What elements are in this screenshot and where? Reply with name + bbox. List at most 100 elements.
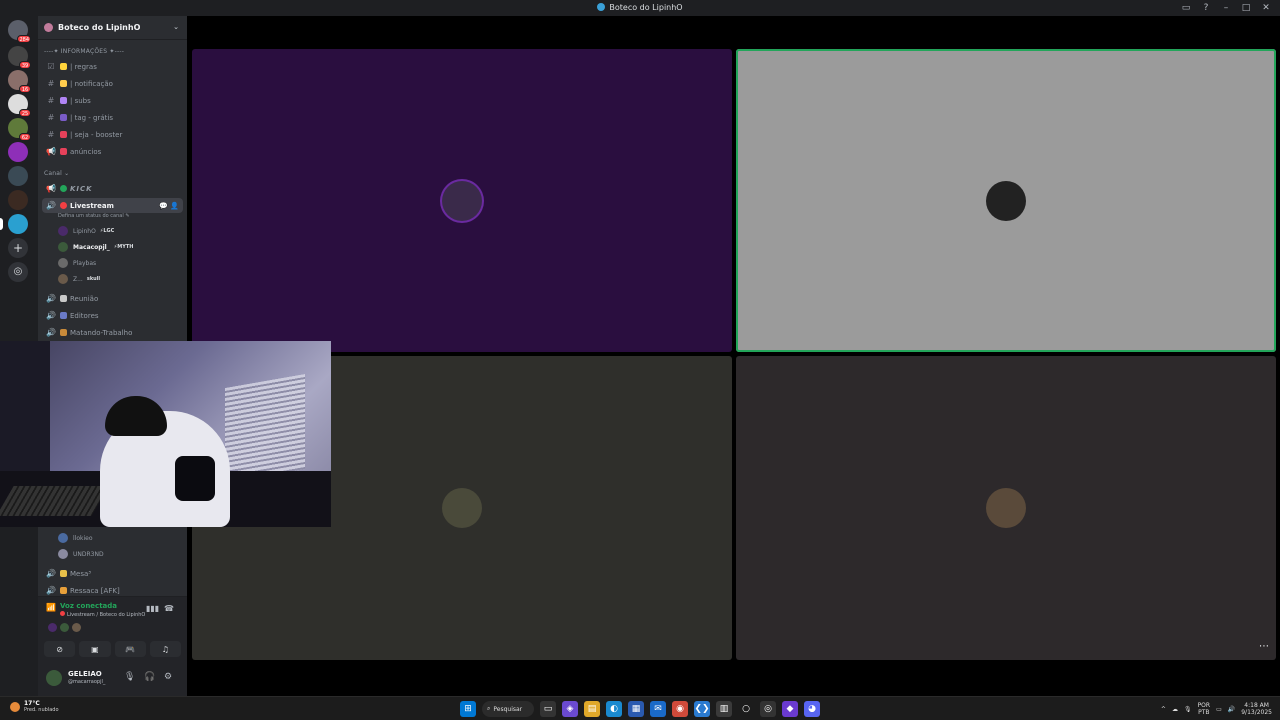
store-icon[interactable]: ▦ bbox=[628, 701, 644, 717]
channel-kick[interactable]: 📢 KICK bbox=[42, 181, 183, 196]
avatar bbox=[58, 226, 68, 236]
participant-tile[interactable] bbox=[736, 356, 1276, 660]
voice-user-name: Playbas bbox=[73, 259, 97, 267]
server-icon[interactable] bbox=[8, 214, 28, 234]
screen-share-button[interactable]: ▣ bbox=[79, 641, 111, 657]
soundboard-button[interactable]: ♫ bbox=[149, 641, 181, 657]
participant-tile[interactable] bbox=[192, 49, 732, 352]
copilot-icon[interactable]: ◈ bbox=[562, 701, 578, 717]
disconnect-icon[interactable]: ☎ bbox=[164, 604, 174, 613]
voice-user[interactable]: UNDR3ND bbox=[58, 547, 104, 561]
channel-item[interactable]: 🔊 Editores bbox=[42, 308, 183, 323]
avatar bbox=[72, 623, 81, 632]
server-icon[interactable] bbox=[8, 142, 28, 162]
voice-user[interactable]: Playbas bbox=[58, 256, 96, 270]
avatar bbox=[986, 488, 1026, 528]
twitch-icon[interactable]: ◆ bbox=[782, 701, 798, 717]
obs-icon[interactable]: ◎ bbox=[760, 701, 776, 717]
server-icon[interactable]: 16 bbox=[8, 70, 31, 93]
onedrive-icon[interactable]: ☁ bbox=[1172, 706, 1178, 713]
microphone-icon[interactable]: 🎙 bbox=[124, 672, 135, 682]
category-canal[interactable]: Canal ⌄ bbox=[44, 170, 69, 177]
weather-desc: Pred. nublado bbox=[24, 707, 59, 713]
channel-emoji-icon bbox=[60, 114, 67, 121]
username[interactable]: GELEIAO bbox=[68, 670, 102, 678]
voice-user-name: llokieo bbox=[73, 534, 93, 542]
chevron-up-icon[interactable]: ^ bbox=[1161, 706, 1166, 713]
edge-icon[interactable]: ◐ bbox=[606, 701, 622, 717]
server-icon[interactable]: 284 bbox=[8, 20, 31, 43]
maximize-button[interactable]: □ bbox=[1236, 0, 1256, 16]
headphones-icon[interactable]: 🎧 bbox=[144, 672, 155, 682]
channel-item[interactable]: 🔊 Reunião bbox=[42, 291, 183, 306]
chat-icon[interactable]: 💬 bbox=[159, 202, 168, 210]
file-explorer-icon[interactable]: ▤ bbox=[584, 701, 600, 717]
channel-status-hint[interactable]: Defina um status do canal ✎ bbox=[58, 213, 130, 219]
avatar[interactable] bbox=[46, 670, 62, 686]
channel-item[interactable]: # | seja - booster bbox=[42, 127, 183, 142]
server-icon[interactable] bbox=[8, 190, 28, 210]
server-icon[interactable]: 25 bbox=[8, 94, 31, 117]
clock[interactable]: 4:18 AM 9/13/2025 bbox=[1241, 702, 1272, 716]
channel-livestream[interactable]: 🔊 Livestream 💬 👤 bbox=[42, 198, 183, 213]
inbox-icon[interactable]: ▭ bbox=[1176, 0, 1196, 16]
channel-item[interactable]: ☑ | regras bbox=[42, 59, 183, 74]
channel-item[interactable]: # | notificação bbox=[42, 76, 183, 91]
voice-user[interactable]: llokieo bbox=[58, 531, 93, 545]
category-informacoes[interactable]: ----✦ INFORMAÇÕES ✦---- bbox=[44, 48, 124, 55]
chrome-icon[interactable]: ◉ bbox=[672, 701, 688, 717]
volume-icon[interactable]: 🔊 bbox=[1228, 706, 1235, 713]
vscode-icon[interactable]: ❮❯ bbox=[694, 701, 710, 717]
participant-tile[interactable] bbox=[736, 49, 1276, 352]
voice-location[interactable]: Livestream / Boteco do LipinhO bbox=[60, 611, 145, 618]
discover-icon[interactable]: ◎ bbox=[8, 262, 28, 282]
cortana-icon[interactable]: ○ bbox=[738, 701, 754, 717]
voice-user[interactable]: LipinhO ⚡LGC bbox=[58, 224, 114, 238]
announcement-icon: 📢 bbox=[46, 147, 56, 156]
channel-emoji-icon bbox=[60, 97, 67, 104]
server-icon[interactable]: 62 bbox=[8, 118, 31, 141]
noise-suppression-icon[interactable]: ▮▮▮ bbox=[146, 604, 159, 613]
mention-badge: 16 bbox=[19, 85, 31, 93]
task-view-icon[interactable]: ▭ bbox=[540, 701, 556, 717]
channel-name: | notificação bbox=[70, 79, 113, 88]
notepad-icon[interactable]: ▥ bbox=[716, 701, 732, 717]
minimize-button[interactable]: – bbox=[1216, 0, 1236, 16]
gear-icon[interactable]: ⚙ bbox=[164, 672, 172, 682]
voice-status[interactable]: Voz conectada bbox=[60, 602, 117, 610]
search-label: Pesquisar bbox=[493, 705, 523, 713]
close-button[interactable]: ✕ bbox=[1256, 0, 1276, 16]
channel-item[interactable]: 🔊 Matando-Trabalho bbox=[42, 325, 183, 340]
lang-1: POR bbox=[1197, 702, 1211, 709]
language-indicator[interactable]: POR PTB bbox=[1198, 702, 1211, 716]
voice-user[interactable]: Macacopjl_ ⚡MYTH bbox=[58, 240, 133, 254]
search-box[interactable]: ⌕ Pesquisar bbox=[482, 701, 534, 717]
user-tag: ⚡LGC bbox=[99, 228, 115, 234]
voice-location-text: Livestream / Boteco do LipinhO bbox=[67, 612, 146, 618]
hashtag-icon: # bbox=[47, 130, 55, 139]
channel-item[interactable]: # | tag - grátis bbox=[42, 110, 183, 125]
signal-icon: 📶 bbox=[46, 603, 56, 612]
help-icon[interactable]: ? bbox=[1196, 0, 1216, 16]
channel-item[interactable]: # | subs bbox=[42, 93, 183, 108]
mic-tray-icon[interactable]: 🎙 bbox=[1184, 706, 1192, 713]
outlook-icon[interactable]: ✉ bbox=[650, 701, 666, 717]
camera-off-button[interactable]: ⊘ bbox=[44, 641, 76, 657]
channel-item[interactable]: 🔊 Mesa³ bbox=[42, 566, 183, 581]
server-header[interactable]: Boteco do LipinhO ⌄ bbox=[38, 16, 187, 40]
voice-user[interactable]: Z... skull bbox=[58, 272, 100, 286]
weather-widget[interactable]: 17°C Pred. nublado bbox=[10, 700, 59, 713]
channel-name: Editores bbox=[70, 311, 99, 320]
start-icon[interactable]: ⊞ bbox=[460, 701, 476, 717]
network-icon[interactable]: ▭ bbox=[1216, 706, 1222, 713]
discord-taskbar-icon[interactable]: ◕ bbox=[804, 701, 820, 717]
channel-item[interactable]: 📢 anúncios bbox=[42, 144, 183, 159]
add-member-icon[interactable]: 👤 bbox=[170, 202, 179, 210]
add-server-icon[interactable]: + bbox=[8, 238, 28, 258]
server-icon[interactable] bbox=[8, 166, 28, 186]
server-icon bbox=[44, 23, 53, 32]
more-options-icon[interactable]: ⋯ bbox=[1256, 642, 1272, 656]
channel-emoji-icon bbox=[60, 80, 67, 87]
server-icon[interactable]: 39 bbox=[8, 46, 31, 69]
activities-button[interactable]: 🎮 bbox=[114, 641, 146, 657]
